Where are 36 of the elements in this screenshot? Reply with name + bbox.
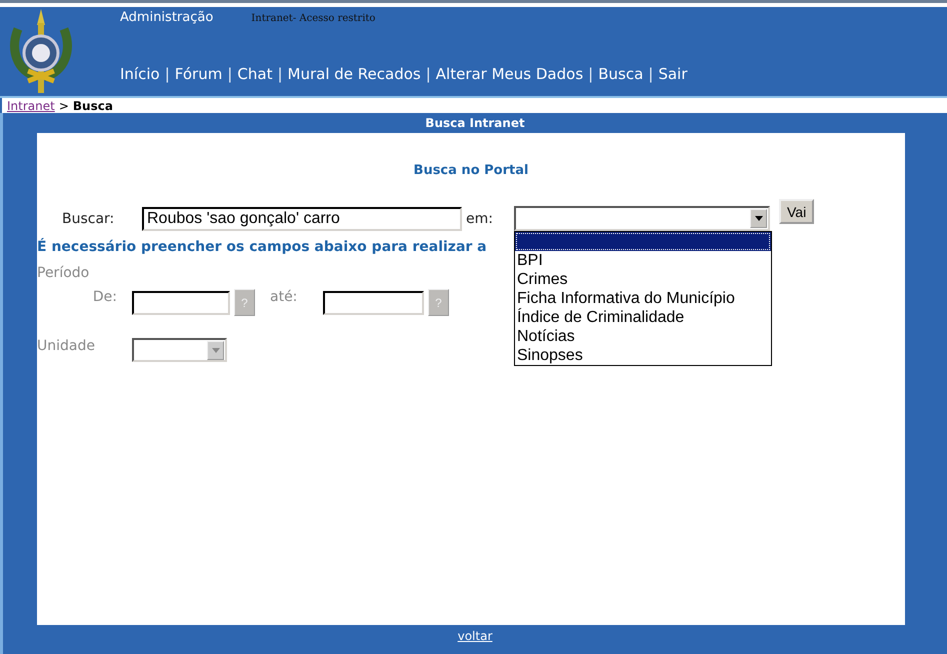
- nav-link[interactable]: Alterar Meus Dados: [436, 65, 584, 83]
- unit-label: Unidade: [37, 338, 96, 354]
- nav-separator: |: [227, 65, 232, 83]
- breadcrumb-link[interactable]: Intranet: [7, 98, 55, 112]
- period-label: Período: [37, 265, 90, 281]
- search-label: Buscar:: [62, 210, 116, 226]
- breadcrumb-current: Busca: [72, 98, 113, 112]
- nav-separator: |: [648, 65, 654, 83]
- admin-link[interactable]: Administração: [120, 10, 214, 25]
- back-link[interactable]: voltar: [458, 629, 492, 643]
- breadcrumb-separator: >: [58, 98, 69, 112]
- required-fields-message: É necessário preencher os campos abaixo para realizar a: [37, 239, 487, 255]
- nav-separator: |: [588, 65, 594, 83]
- scope-label: em:: [466, 210, 494, 226]
- nav-link[interactable]: Fórum: [174, 65, 222, 83]
- nav-link[interactable]: Chat: [237, 65, 272, 83]
- dropdown-option[interactable]: [515, 232, 771, 251]
- nav-link[interactable]: Mural de Recados: [288, 65, 421, 83]
- nav-separator: |: [426, 65, 431, 83]
- go-button[interactable]: Vai: [779, 199, 814, 224]
- nav-separator: |: [277, 65, 283, 83]
- from-date-field[interactable]: [132, 290, 230, 314]
- unit-select[interactable]: [132, 338, 227, 362]
- section-title: Busca no Portal: [414, 163, 528, 178]
- to-date-field[interactable]: [323, 290, 424, 314]
- nav-link[interactable]: Sair: [658, 65, 688, 83]
- nav-link[interactable]: Busca: [598, 65, 644, 83]
- caret-icon: [754, 216, 762, 221]
- to-label: até:: [270, 289, 298, 305]
- search-field[interactable]: Roubos 'sao gonçalo' carro: [142, 206, 462, 230]
- panel-title: Busca Intranet: [425, 115, 525, 132]
- caret-icon: [212, 348, 220, 352]
- restricted-notice: Intranet- Acesso restrito: [251, 13, 376, 24]
- nav-link[interactable]: Início: [120, 65, 160, 83]
- from-label: De:: [92, 289, 117, 305]
- nav-separator: |: [164, 65, 170, 83]
